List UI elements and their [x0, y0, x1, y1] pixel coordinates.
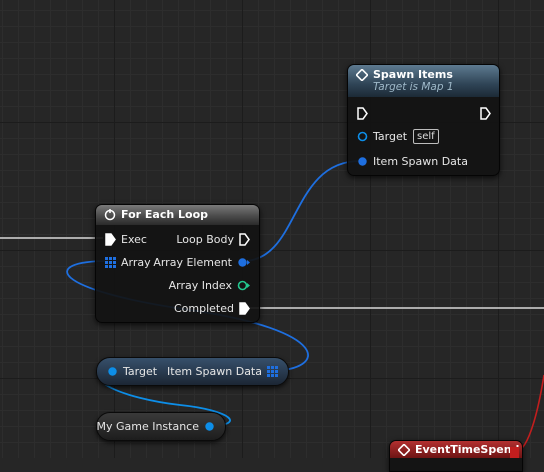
object-pin-icon [108, 367, 117, 376]
getter-target-label: Target [123, 365, 158, 378]
loop-body-pin[interactable]: Loop Body [176, 233, 250, 246]
spawn-exec-out-pin[interactable] [480, 107, 491, 120]
game-instance-getter-node[interactable]: My Game Instance [96, 412, 226, 441]
exec-out-icon [239, 302, 250, 315]
loop-body-label: Loop Body [176, 233, 234, 246]
item-spawn-data-getter-node[interactable]: Target Item Spawn Data [96, 357, 289, 386]
loop-exec-label: Exec [121, 233, 147, 246]
spawn-exec-in-pin[interactable] [357, 107, 368, 120]
array-grid-icon [105, 257, 116, 268]
event-time-spend-node[interactable]: EventTimeSpend [389, 440, 523, 472]
getter-target-pin[interactable]: Target [107, 365, 157, 378]
exec-out-icon [480, 107, 491, 120]
struct-pin-icon [238, 258, 250, 267]
spawn-items-title: Spawn Items [373, 68, 453, 81]
for-each-loop-header[interactable]: For Each Loop [96, 205, 259, 225]
spawn-target-default[interactable]: self [413, 129, 439, 144]
event-time-spend-title: EventTimeSpend [415, 443, 520, 456]
loop-completed-pin[interactable]: Completed [174, 302, 250, 315]
spawn-target-pin[interactable]: Target self [357, 129, 439, 144]
loop-array-index-label: Array Index [168, 279, 232, 292]
exec-in-icon [357, 107, 368, 120]
loop-exec-in-pin[interactable]: Exec [105, 233, 147, 246]
event-exec-out-pin[interactable] [510, 447, 519, 458]
array-grid-icon [267, 366, 278, 377]
spawn-target-label: Target [373, 130, 408, 143]
loop-array-index-pin[interactable]: Array Index [169, 279, 250, 292]
for-each-loop-node[interactable]: For Each Loop Exec Array Loop Body Array… [95, 204, 260, 323]
event-time-spend-header[interactable]: EventTimeSpend [390, 441, 522, 458]
loop-array-element-pin[interactable]: Array Element [153, 256, 250, 269]
int-pin-icon [237, 280, 250, 291]
spawn-item-data-pin[interactable]: Item Spawn Data [357, 155, 468, 168]
exec-out-icon [239, 233, 250, 246]
spawn-items-subtitle: Target is Map 1 [373, 81, 454, 93]
event-diamond-icon [397, 442, 411, 457]
game-instance-output-pin[interactable]: My Game Instance [96, 420, 215, 433]
spawn-items-node[interactable]: Spawn Items Target is Map 1 Target self … [347, 64, 500, 176]
function-icon [355, 67, 369, 82]
getter-output-label: Item Spawn Data [167, 365, 262, 378]
game-instance-label: My Game Instance [96, 420, 199, 433]
exec-in-icon [105, 233, 116, 246]
struct-pin-icon [358, 157, 367, 166]
loop-completed-label: Completed [174, 302, 234, 315]
object-pin-icon [357, 131, 368, 142]
object-pin-icon [205, 422, 214, 431]
spawn-items-header[interactable]: Spawn Items Target is Map 1 [348, 65, 499, 97]
for-each-loop-title: For Each Loop [121, 208, 208, 221]
loop-macro-icon [104, 208, 116, 221]
loop-array-label: Array [121, 256, 151, 269]
spawn-item-data-label: Item Spawn Data [373, 155, 468, 168]
loop-array-pin[interactable]: Array [105, 256, 151, 269]
loop-array-element-label: Array Element [153, 256, 232, 269]
getter-output-pin[interactable]: Item Spawn Data [167, 365, 278, 378]
